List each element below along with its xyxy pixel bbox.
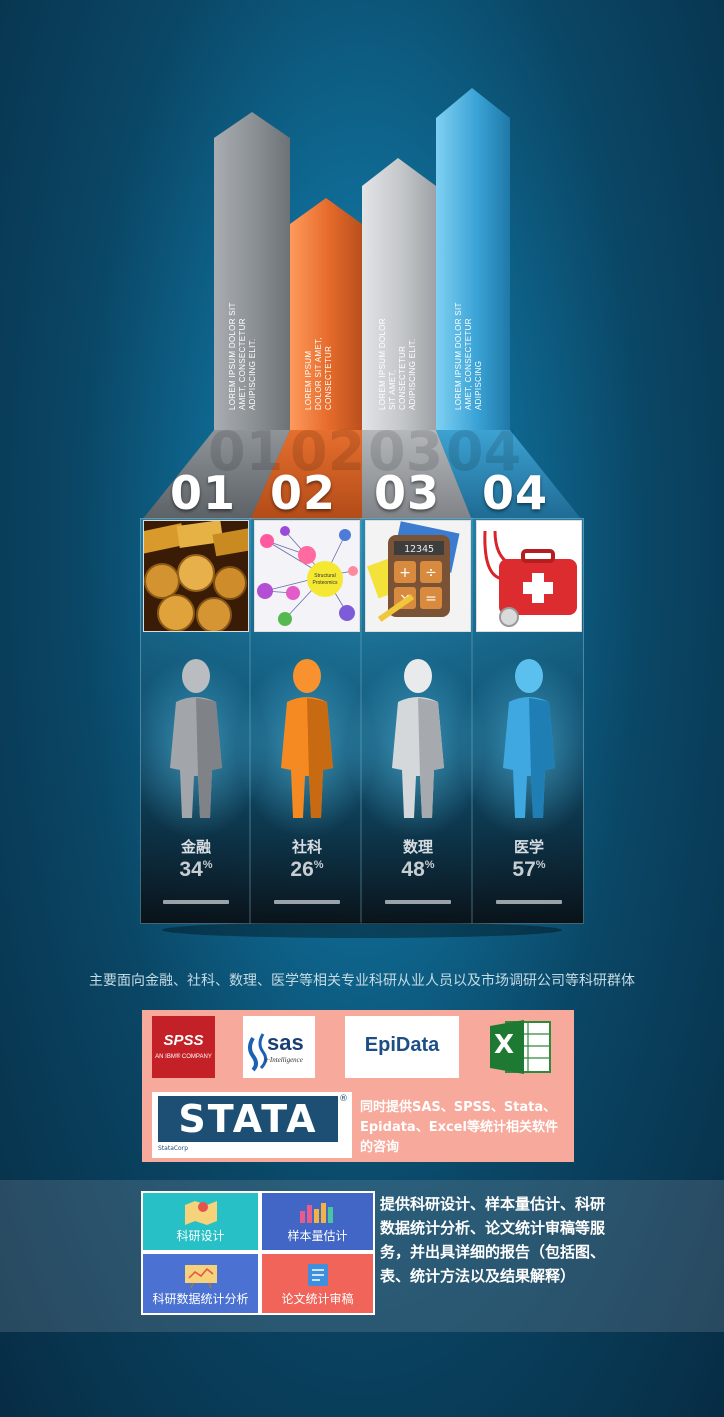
excel-logo: X — [486, 1014, 556, 1078]
service-sample-size[interactable]: 样本量估计 — [262, 1193, 373, 1250]
spss-logo: SPSS AN IBM® COMPANY — [152, 1016, 215, 1078]
column-bar — [274, 900, 340, 904]
column-bar — [163, 900, 229, 904]
first-aid-kit-image — [476, 520, 582, 632]
epidata-logo: EpiData — [345, 1016, 459, 1078]
line-chart-board-icon — [184, 1265, 217, 1288]
bar-chart-icon — [299, 1203, 333, 1223]
column-label: 数理 — [402, 838, 433, 856]
spss-logo-subtext: AN IBM® COMPANY — [155, 1054, 212, 1060]
stata-logo-text: STATA — [158, 1096, 338, 1142]
svg-text:+: + — [399, 565, 411, 581]
service-research-design[interactable]: 科研设计 — [143, 1193, 258, 1250]
svg-text:=: = — [425, 591, 437, 607]
calculator-image: 12345 + ÷ × = — [365, 520, 471, 632]
stata-registered-mark: ® — [339, 1094, 348, 1104]
column-finance: 金融 34% — [141, 518, 251, 924]
service-paper-review[interactable]: 论文统计审稿 — [262, 1254, 373, 1313]
gold-coins-graphic — [144, 521, 248, 631]
column-social-science: Structural Proteomics 社科 26% — [252, 518, 362, 924]
stata-logo-subtext: StataCorp — [158, 1145, 189, 1152]
service-label: 样本量估计 — [287, 1229, 348, 1243]
software-panel: SPSS AN IBM® COMPANY sas e·Intelligence … — [142, 1010, 574, 1162]
person-blue-icon — [499, 658, 559, 822]
service-label: 科研数据统计分析 — [152, 1292, 249, 1306]
column-percent: 48% — [401, 858, 435, 881]
person-grey-icon — [166, 658, 226, 822]
proteomics-network-image: Structural Proteomics — [254, 520, 360, 632]
column-medicine: 医学 57% — [474, 518, 584, 924]
arrow-01-text: LOREM IPSUM DOLOR SIT AMET, CONSECTETUR … — [228, 302, 257, 410]
column-bar — [385, 900, 451, 904]
column-label: 金融 — [180, 838, 211, 856]
svg-text:÷: ÷ — [425, 565, 437, 581]
gold-coins-image — [143, 520, 249, 632]
epidata-logo-text: EpiData — [364, 1034, 440, 1056]
software-note: 同时提供SAS、SPSS、Stata、Epidata、Excel等统计相关软件的… — [360, 1100, 558, 1155]
document-icon — [307, 1264, 328, 1286]
column-bar — [496, 900, 562, 904]
sas-logo-text: sas — [267, 1030, 304, 1055]
calculator-graphic: 12345 + ÷ × = — [366, 521, 470, 631]
audience-caption: 主要面向金融、社科、数理、医学等相关专业科研从业人员以及市场调研公司等科研群体 — [89, 973, 635, 989]
spss-logo-text: SPSS — [163, 1032, 204, 1049]
column-percent: 26% — [290, 858, 324, 881]
column-label: 医学 — [513, 838, 544, 856]
column-percent: 57% — [512, 858, 546, 881]
services-grid: 科研设计 样本量估计 科研数据统计分析 论文统计审稿 — [141, 1191, 375, 1315]
person-white-icon — [388, 658, 448, 822]
stata-logo: STATA ® StataCorp — [152, 1092, 352, 1158]
svg-text:Structural: Structural — [314, 573, 335, 579]
arrow-02-text: LOREM IPSUM DOLOR SIT AMET, CONSECTETUR — [304, 337, 333, 410]
proteomics-network-graphic: Structural Proteomics — [255, 521, 359, 631]
svg-text:12345: 12345 — [404, 544, 434, 555]
svg-text:Proteomics: Proteomics — [312, 580, 338, 586]
sas-logo-subtext: e·Intelligence — [265, 1056, 303, 1064]
first-aid-kit-graphic — [477, 521, 581, 631]
service-label: 论文统计审稿 — [281, 1292, 354, 1306]
arrow-03-text: LOREM IPSUM DOLOR SIT AMET, CONSECTETUR … — [378, 318, 417, 410]
person-orange-icon — [277, 658, 337, 822]
column-label: 社科 — [291, 838, 322, 856]
column-math-science: 12345 + ÷ × = 数理 48% — [363, 518, 473, 924]
number-02: 02 — [270, 466, 337, 520]
sas-logo: sas e·Intelligence — [243, 1016, 315, 1078]
number-03: 03 — [374, 466, 441, 520]
map-icon — [184, 1201, 217, 1225]
excel-logo-letter: X — [494, 1030, 515, 1060]
arrow-04-text: LOREM IPSUM DOLOR SIT AMET, CONSECTETUR … — [454, 302, 483, 410]
column-percent: 34% — [179, 858, 213, 881]
service-data-analysis[interactable]: 科研数据统计分析 — [143, 1254, 258, 1313]
service-label: 科研设计 — [176, 1229, 225, 1243]
number-04: 04 — [482, 466, 549, 520]
number-01: 01 — [170, 466, 237, 520]
services-description: 提供科研设计、样本量估计、科研数据统计分析、论文统计审稿等服务，并出具详细的报告… — [380, 1195, 606, 1285]
